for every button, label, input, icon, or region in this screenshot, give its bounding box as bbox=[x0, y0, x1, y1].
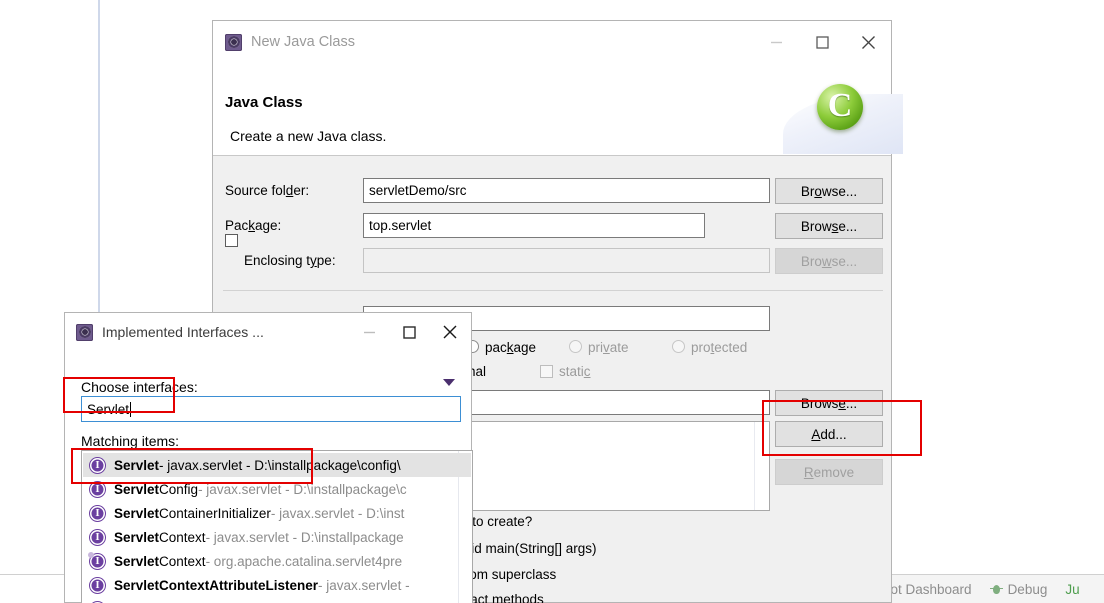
enclosing-type-input[interactable] bbox=[363, 248, 770, 273]
superclass-browse-button[interactable]: Brows e... bbox=[775, 390, 883, 416]
interface-icon: I bbox=[90, 529, 105, 545]
perspective-java[interactable]: Ju bbox=[1056, 582, 1088, 597]
java-class-wizard-icon bbox=[76, 323, 93, 341]
interface-icon: I bbox=[90, 457, 105, 473]
interface-icon: I bbox=[90, 577, 105, 593]
list-item[interactable]: I ServletContainerInitializer - javax.se… bbox=[83, 501, 471, 525]
source-folder-label: Source folder: bbox=[225, 183, 310, 198]
list-item-name: Servlet bbox=[114, 457, 160, 473]
stub-abstract-label: tract methods bbox=[462, 592, 544, 603]
page-description: Create a new Java class. bbox=[230, 128, 387, 144]
implemented-interfaces-dialog: Implemented Interfaces ... Choose interf… bbox=[64, 312, 473, 603]
stub-constructors-label: from superclass bbox=[461, 567, 557, 582]
enclosing-type-checkbox[interactable] bbox=[225, 234, 238, 247]
minimize-button[interactable] bbox=[753, 21, 799, 63]
list-item-meta: - javax.servlet - D:\installpackage\conf… bbox=[159, 457, 401, 473]
list-item-meta: - javax.servlet - bbox=[318, 577, 410, 593]
source-folder-value: servletDemo/src bbox=[369, 183, 467, 198]
text-caret bbox=[130, 401, 132, 417]
matching-items-list[interactable]: I Servlet - javax.servlet - D:\installpa… bbox=[81, 450, 473, 603]
enclosing-type-browse-button[interactable]: Bro w se... bbox=[775, 248, 883, 274]
interface-search-value: Servlet bbox=[87, 401, 130, 417]
enclosing-type-label: Enclosing type: bbox=[244, 253, 336, 268]
add-interface-button[interactable]: Add... bbox=[775, 421, 883, 447]
header-separator bbox=[213, 155, 891, 156]
list-item-meta: - javax.servlet - D:\inst bbox=[270, 505, 405, 521]
list-item[interactable]: I ServletContext - org.apache.catalina.s… bbox=[83, 549, 471, 573]
matching-items-label: Matching items: bbox=[81, 433, 180, 449]
modifier-private-radio[interactable] bbox=[569, 340, 582, 353]
list-item[interactable]: I ServletContextAttributeListener - java… bbox=[83, 573, 471, 597]
banner-letter: C bbox=[827, 86, 853, 124]
source-folder-input[interactable]: servletDemo/src bbox=[363, 178, 770, 203]
interface-icon: I bbox=[90, 481, 105, 497]
modifier-package-label: package bbox=[485, 340, 537, 355]
interface-icon: I bbox=[88, 551, 105, 569]
interfaces-list-scrollbar[interactable] bbox=[754, 422, 769, 510]
java-class-wizard-icon bbox=[225, 33, 242, 51]
modifier-protected-radio[interactable] bbox=[672, 340, 685, 353]
choose-interfaces-label: Choose interfaces: bbox=[81, 379, 198, 395]
dialog-header: Java Class Create a new Java class. C bbox=[213, 63, 903, 156]
maximize-button[interactable] bbox=[389, 313, 429, 351]
list-item[interactable]: I Servlet - javax.servlet - D:\installpa… bbox=[83, 453, 471, 477]
maximize-button[interactable] bbox=[799, 21, 845, 63]
section-separator-1 bbox=[223, 290, 883, 291]
package-browse-button[interactable]: Brow s e... bbox=[775, 213, 883, 239]
interfaces-dialog-titlebar[interactable]: Implemented Interfaces ... bbox=[65, 313, 471, 351]
minimize-button[interactable] bbox=[349, 313, 389, 351]
bug-icon bbox=[989, 583, 1003, 596]
modifier-static-checkbox[interactable] bbox=[540, 365, 553, 378]
modifier-private-label: private bbox=[588, 340, 629, 355]
chevron-down-icon[interactable] bbox=[443, 379, 455, 386]
list-item-name: ServletContainerInitializer bbox=[114, 505, 271, 521]
page-title: Java Class bbox=[225, 94, 303, 111]
list-item[interactable]: I bbox=[83, 597, 471, 603]
modifier-protected-label: protected bbox=[691, 340, 748, 355]
list-item-name: ServletConfig bbox=[114, 481, 199, 497]
package-value: top.servlet bbox=[369, 218, 432, 233]
list-item-name: ServletContext bbox=[114, 553, 206, 569]
package-input[interactable]: top.servlet bbox=[363, 213, 705, 238]
list-item-name: ServletContextAttributeListener bbox=[114, 577, 319, 593]
perspective-debug[interactable]: Debug bbox=[981, 582, 1057, 597]
dialog-titlebar[interactable]: New Java Class bbox=[213, 21, 891, 63]
interfaces-dialog-title: Implemented Interfaces ... bbox=[102, 324, 264, 340]
close-button[interactable] bbox=[429, 313, 471, 351]
modifier-static-label: static bbox=[559, 364, 591, 379]
interfaces-window-controls bbox=[349, 313, 471, 351]
close-button[interactable] bbox=[845, 21, 891, 63]
interface-icon: I bbox=[90, 505, 105, 521]
interface-search-input[interactable]: Servlet bbox=[81, 396, 461, 422]
list-item[interactable]: I ServletConfig - javax.servlet - D:\ins… bbox=[83, 477, 471, 501]
perspective-label: Debug bbox=[1007, 581, 1048, 597]
dialog-title: New Java Class bbox=[251, 34, 355, 50]
window-controls bbox=[753, 21, 891, 63]
list-item-meta: - javax.servlet - D:\installpackage\c bbox=[198, 481, 407, 497]
list-item-name: ServletContext bbox=[114, 529, 206, 545]
remove-interface-button[interactable]: Remove bbox=[775, 459, 883, 485]
perspective-label: Ju bbox=[1065, 581, 1080, 597]
perspective-label: oot Dashboard bbox=[883, 581, 972, 597]
list-item-meta: - javax.servlet - D:\installpackage bbox=[205, 529, 404, 545]
list-item[interactable]: I ServletContext - javax.servlet - D:\in… bbox=[83, 525, 471, 549]
list-item-meta: - org.apache.catalina.servlet4pre bbox=[205, 553, 403, 569]
source-folder-browse-button[interactable]: Br o wse... bbox=[775, 178, 883, 204]
stub-main-label: void main(String[] args) bbox=[457, 541, 597, 556]
package-label: Package: bbox=[225, 218, 282, 233]
green-c-banner-icon: C bbox=[783, 80, 903, 154]
